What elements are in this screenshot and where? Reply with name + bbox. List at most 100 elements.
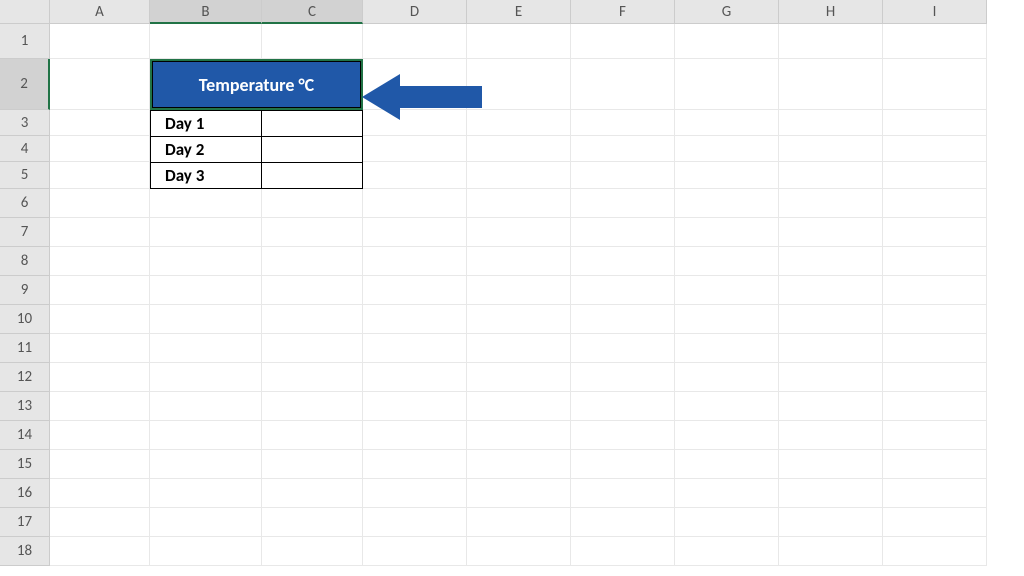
cell-c10[interactable] <box>262 305 363 334</box>
cell-i3[interactable] <box>883 110 987 136</box>
row-header-3[interactable]: 3 <box>0 110 50 136</box>
cell-h15[interactable] <box>779 450 883 479</box>
cell-a14[interactable] <box>50 421 150 450</box>
cell-d16[interactable] <box>363 479 467 508</box>
row-header-2[interactable]: 2 <box>0 59 50 110</box>
column-header-h[interactable]: H <box>779 0 883 24</box>
cell-b9[interactable] <box>150 276 262 305</box>
cell-i6[interactable] <box>883 189 987 218</box>
row-header-5[interactable]: 5 <box>0 162 50 189</box>
cell-g6[interactable] <box>675 189 779 218</box>
cell-d12[interactable] <box>363 363 467 392</box>
cell-h3[interactable] <box>779 110 883 136</box>
cell-c6[interactable] <box>262 189 363 218</box>
column-header-e[interactable]: E <box>467 0 571 24</box>
cell-f13[interactable] <box>571 392 675 421</box>
cell-c15[interactable] <box>262 450 363 479</box>
cell-d3[interactable] <box>363 110 467 136</box>
cell-f11[interactable] <box>571 334 675 363</box>
cell-h1[interactable] <box>779 24 883 59</box>
cell-c11[interactable] <box>262 334 363 363</box>
cell-g4[interactable] <box>675 136 779 162</box>
cell-i13[interactable] <box>883 392 987 421</box>
cell-d4[interactable] <box>363 136 467 162</box>
cell-c16[interactable] <box>262 479 363 508</box>
cell-d13[interactable] <box>363 392 467 421</box>
cell-c13[interactable] <box>262 392 363 421</box>
cell-f8[interactable] <box>571 247 675 276</box>
cell-h6[interactable] <box>779 189 883 218</box>
cell-c5[interactable] <box>261 162 363 189</box>
cell-a18[interactable] <box>50 537 150 566</box>
cell-b8[interactable] <box>150 247 262 276</box>
cell-h9[interactable] <box>779 276 883 305</box>
cell-i12[interactable] <box>883 363 987 392</box>
cell-e10[interactable] <box>467 305 571 334</box>
cell-e13[interactable] <box>467 392 571 421</box>
cell-f14[interactable] <box>571 421 675 450</box>
cell-i11[interactable] <box>883 334 987 363</box>
cell-b1[interactable] <box>150 24 262 59</box>
column-header-f[interactable]: F <box>571 0 675 24</box>
cell-b7[interactable] <box>150 218 262 247</box>
cell-a10[interactable] <box>50 305 150 334</box>
cell-c3[interactable] <box>261 110 363 137</box>
cell-a16[interactable] <box>50 479 150 508</box>
cell-b10[interactable] <box>150 305 262 334</box>
cell-b16[interactable] <box>150 479 262 508</box>
cell-h13[interactable] <box>779 392 883 421</box>
cell-h2[interactable] <box>779 59 883 110</box>
cell-a13[interactable] <box>50 392 150 421</box>
cell-f2[interactable] <box>571 59 675 110</box>
cell-b15[interactable] <box>150 450 262 479</box>
cell-a3[interactable] <box>50 110 150 136</box>
cell-c18[interactable] <box>262 537 363 566</box>
cell-g2[interactable] <box>675 59 779 110</box>
cell-d1[interactable] <box>363 24 467 59</box>
merged-cell-b2c2[interactable]: Temperature °C <box>150 59 363 110</box>
cell-e6[interactable] <box>467 189 571 218</box>
cell-g7[interactable] <box>675 218 779 247</box>
cell-g15[interactable] <box>675 450 779 479</box>
cell-g14[interactable] <box>675 421 779 450</box>
cell-e1[interactable] <box>467 24 571 59</box>
cell-g11[interactable] <box>675 334 779 363</box>
cell-d14[interactable] <box>363 421 467 450</box>
cell-c4[interactable] <box>261 136 363 163</box>
cell-g10[interactable] <box>675 305 779 334</box>
cell-i5[interactable] <box>883 162 987 189</box>
row-header-7[interactable]: 7 <box>0 218 50 247</box>
cell-d10[interactable] <box>363 305 467 334</box>
cell-d6[interactable] <box>363 189 467 218</box>
cell-h16[interactable] <box>779 479 883 508</box>
cell-b3[interactable]: Day 1 <box>150 110 262 137</box>
cell-g5[interactable] <box>675 162 779 189</box>
cell-g9[interactable] <box>675 276 779 305</box>
cell-d11[interactable] <box>363 334 467 363</box>
cell-a5[interactable] <box>50 162 150 189</box>
column-header-c[interactable]: C <box>262 0 363 24</box>
cell-i14[interactable] <box>883 421 987 450</box>
cell-b5[interactable]: Day 3 <box>150 162 262 189</box>
cell-a4[interactable] <box>50 136 150 162</box>
cell-c9[interactable] <box>262 276 363 305</box>
cell-i2[interactable] <box>883 59 987 110</box>
cell-h7[interactable] <box>779 218 883 247</box>
cell-i7[interactable] <box>883 218 987 247</box>
row-header-17[interactable]: 17 <box>0 508 50 537</box>
cell-a9[interactable] <box>50 276 150 305</box>
cell-e2[interactable] <box>467 59 571 110</box>
cell-i18[interactable] <box>883 537 987 566</box>
cell-e14[interactable] <box>467 421 571 450</box>
cell-d8[interactable] <box>363 247 467 276</box>
row-header-11[interactable]: 11 <box>0 334 50 363</box>
cell-f18[interactable] <box>571 537 675 566</box>
cell-a8[interactable] <box>50 247 150 276</box>
cell-h5[interactable] <box>779 162 883 189</box>
row-header-16[interactable]: 16 <box>0 479 50 508</box>
cell-h11[interactable] <box>779 334 883 363</box>
cell-f10[interactable] <box>571 305 675 334</box>
column-header-i[interactable]: I <box>883 0 987 24</box>
cell-a6[interactable] <box>50 189 150 218</box>
cell-i9[interactable] <box>883 276 987 305</box>
